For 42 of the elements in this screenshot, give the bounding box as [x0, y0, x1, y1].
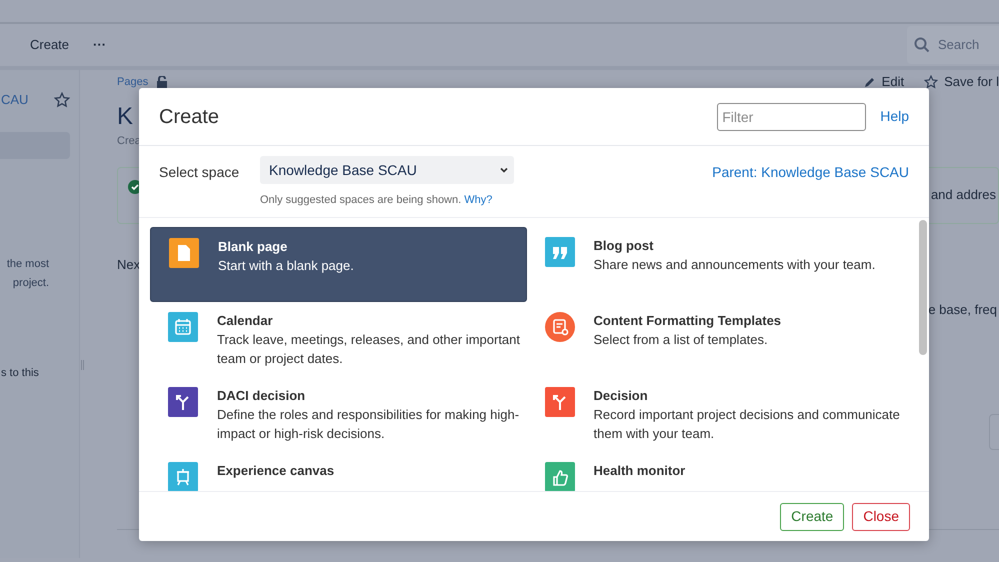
star-icon[interactable]: [54, 92, 70, 108]
template-title: Content Formatting Templates: [594, 312, 782, 329]
star-icon: [924, 75, 938, 89]
dialog-title: Create: [159, 104, 220, 130]
sidebar-text: the most: [6, 256, 49, 272]
template-description: Start with a blank page.: [218, 257, 354, 275]
scrollbar-thumb[interactable]: [919, 220, 927, 355]
lock-icon[interactable]: [156, 76, 168, 88]
close-button[interactable]: Close: [852, 502, 910, 530]
chevron-down-icon: [499, 165, 509, 175]
template-description: Track leave, meetings, releases, and other important team or project dates.: [217, 331, 521, 368]
template-title: DACI decision: [217, 387, 306, 404]
help-link[interactable]: Help: [880, 106, 909, 127]
template-description: Share news and announcements with your team.: [594, 256, 876, 274]
template-title: Decision: [594, 387, 649, 404]
page-title: K: [117, 103, 134, 131]
create-menu[interactable]: Create: [30, 35, 70, 55]
template-title: Blank page: [218, 238, 288, 255]
sidebar-text: project.: [12, 276, 49, 290]
space-hint: Only suggested spaces are being shown. Why?: [260, 193, 494, 208]
template-title: Experience canvas: [217, 462, 334, 479]
save-for-later-button[interactable]: Save for l: [924, 72, 999, 92]
more-menu[interactable]: ···: [93, 35, 106, 55]
sidebar-text: s to this: [1, 366, 40, 380]
notice-text: and addres: [930, 186, 996, 204]
template-title: Calendar: [217, 312, 274, 329]
create-button[interactable]: Create: [780, 502, 844, 530]
section-heading: Nex: [117, 256, 140, 274]
template-title: Health monitor: [594, 462, 686, 479]
edit-button[interactable]: Edit: [864, 72, 904, 92]
search-icon: [914, 37, 930, 53]
template-description: Define the roles and responsibilities for making high-impact or high-risk decisions.: [217, 406, 520, 443]
parent-link[interactable]: Parent: Knowledge Base SCAU: [712, 162, 909, 217]
body-text: e base, freq: [928, 301, 997, 319]
template-item[interactable]: Blank page Start with a blank page.: [150, 227, 526, 302]
filter-field[interactable]: Filter: [717, 102, 866, 130]
template-description: Record important project decisions and communicate them with your team.: [594, 406, 901, 443]
why-link[interactable]: Why?: [464, 194, 492, 206]
template-description: Select from a list of templates.: [594, 331, 769, 349]
select-space-label: Select space: [159, 163, 240, 182]
template-title: Blog post: [594, 237, 654, 254]
space-select[interactable]: Knowledge Base SCAU: [260, 156, 514, 184]
